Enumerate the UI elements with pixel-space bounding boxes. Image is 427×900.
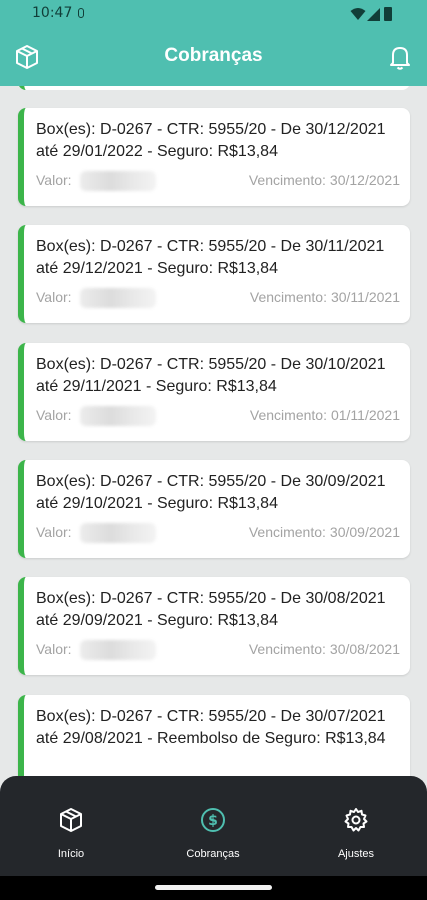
charge-description: Box(es): D-0267 - CTR: 5955/20 - De 30/0… xyxy=(36,708,386,747)
status-time: 10:47 xyxy=(32,5,73,21)
due-date-value: 30/11/2021 xyxy=(330,289,400,305)
valor-label: Valor: xyxy=(36,524,72,540)
due-date: Vencimento: 30/09/2021 xyxy=(249,524,400,540)
due-date-value: 30/12/2021 xyxy=(329,172,400,188)
nav-item-inicio[interactable]: Início xyxy=(0,776,142,876)
gesture-bar xyxy=(0,876,427,900)
charge-description: Box(es): D-0267 - CTR: 5955/20 - De 30/1… xyxy=(36,121,386,160)
home-gesture-handle[interactable] xyxy=(155,885,272,890)
valor-blurred-value xyxy=(80,171,156,191)
svg-text:$: $ xyxy=(208,813,218,829)
page-title: Cobranças xyxy=(164,45,263,66)
due-date-label: Vencimento: xyxy=(248,172,326,188)
charge-card[interactable]: Box(es): D-0267 - CTR: 5955/20 - De 30/0… xyxy=(18,695,410,776)
due-date-label: Vencimento: xyxy=(248,524,326,540)
bottom-nav: Início $ Cobranças Ajustes xyxy=(0,776,427,876)
due-date: Vencimento: 01/11/2021 xyxy=(250,407,400,423)
signal-icon xyxy=(367,8,380,21)
valor-blurred-value xyxy=(80,288,156,308)
nav-label: Início xyxy=(57,848,85,860)
due-date: Vencimento: 30/11/2021 xyxy=(250,289,400,305)
status-bar: 10:47 xyxy=(0,0,427,28)
due-date-value: 30/09/2021 xyxy=(329,524,400,540)
nav-label: Cobranças xyxy=(186,848,240,860)
valor-label: Valor: xyxy=(36,407,72,423)
due-date: Vencimento: 30/12/2021 xyxy=(249,172,400,188)
due-date-label: Vencimento: xyxy=(249,289,327,305)
box-icon xyxy=(60,808,82,832)
due-date-value: 01/11/2021 xyxy=(330,407,400,423)
data-saver-icon xyxy=(78,8,84,18)
battery-icon xyxy=(384,7,392,21)
wifi-icon xyxy=(350,8,366,20)
charges-list[interactable]: Box(es): D-0267 - CTR: 5955/20 - De 30/1… xyxy=(0,86,427,776)
charge-description: Box(es): D-0267 - CTR: 5955/20 - De 30/1… xyxy=(36,356,386,395)
charge-card[interactable]: Box(es): D-0267 - CTR: 5955/20 - De 30/0… xyxy=(18,460,410,558)
charge-description: Box(es): D-0267 - CTR: 5955/20 - De 30/0… xyxy=(36,590,386,629)
charge-card[interactable]: Box(es): D-0267 - CTR: 5955/20 - De 30/1… xyxy=(18,225,410,323)
valor-label: Valor: xyxy=(36,289,72,305)
valor-label: Valor: xyxy=(36,172,72,188)
previous-card-edge xyxy=(18,86,410,90)
due-date-label: Vencimento: xyxy=(248,641,326,657)
charge-card[interactable]: Box(es): D-0267 - CTR: 5955/20 - De 30/1… xyxy=(18,108,410,206)
due-date-value: 30/08/2021 xyxy=(329,641,400,657)
gear-icon xyxy=(344,808,368,832)
valor-blurred-value xyxy=(80,406,156,426)
bell-icon-button[interactable] xyxy=(385,42,415,72)
valor-blurred-value xyxy=(80,640,156,660)
valor-label: Valor: xyxy=(36,641,72,657)
valor-blurred-value xyxy=(80,523,156,543)
app-bar: Cobranças xyxy=(0,28,427,86)
charge-card[interactable]: Box(es): D-0267 - CTR: 5955/20 - De 30/0… xyxy=(18,577,410,675)
charge-card[interactable]: Box(es): D-0267 - CTR: 5955/20 - De 30/1… xyxy=(18,343,410,441)
nav-item-cobrancas[interactable]: $ Cobranças xyxy=(142,776,284,876)
due-date: Vencimento: 30/08/2021 xyxy=(249,641,400,657)
nav-label: Ajustes xyxy=(337,848,375,860)
due-date-label: Vencimento: xyxy=(249,407,327,423)
nav-item-ajustes[interactable]: Ajustes xyxy=(285,776,427,876)
dollar-circle-icon: $ xyxy=(201,808,225,832)
charge-description: Box(es): D-0267 - CTR: 5955/20 - De 30/0… xyxy=(36,473,386,512)
charge-description: Box(es): D-0267 - CTR: 5955/20 - De 30/1… xyxy=(36,238,385,277)
